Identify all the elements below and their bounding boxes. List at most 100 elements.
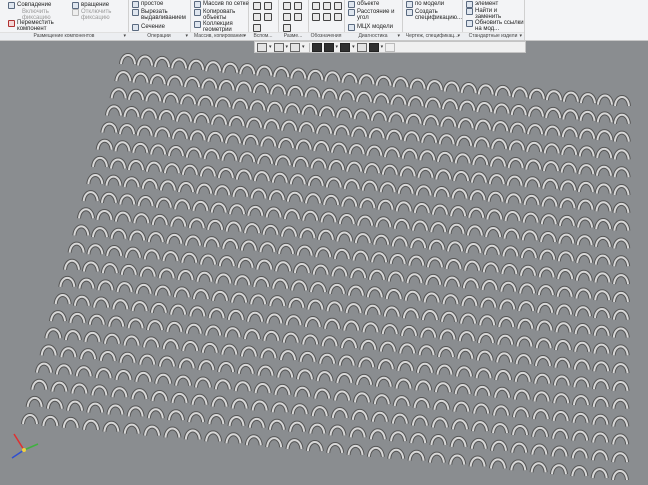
insert-element-icon	[466, 1, 473, 8]
group-expand-icon[interactable]: ▾	[457, 33, 460, 40]
rotate-icon	[72, 2, 79, 9]
enable-fixation-button[interactable]: Включить фиксацию	[22, 9, 62, 21]
angle-dimension-icon[interactable]	[283, 13, 291, 21]
find-replace-button[interactable]: Найти и заменить	[466, 8, 522, 20]
ribbon-group-designations: Обозначения	[308, 0, 345, 40]
grid-array-icon	[194, 1, 201, 8]
object-info-label: объекте	[357, 1, 380, 7]
move-component-label: Переместить компонент	[17, 20, 54, 32]
chevron-down-icon[interactable]: ▾	[286, 44, 289, 50]
distance-angle-label: Расстояние и угол	[357, 9, 395, 21]
section-view-icon[interactable]	[340, 42, 351, 52]
chevron-down-icon[interactable]: ▾	[269, 44, 272, 50]
linear-dimension-icon[interactable]	[283, 2, 291, 10]
diameter-dimension-icon[interactable]	[294, 13, 302, 21]
group-expand-icon[interactable]: ▾	[185, 33, 188, 40]
rotate-component-button[interactable]: вращение	[72, 2, 109, 9]
knitted-mesh-model[interactable]	[0, 40, 648, 481]
update-links-icon	[466, 20, 473, 27]
leader-icon[interactable]	[323, 2, 331, 10]
ribbon-group-footer: Диагностика ▾	[344, 32, 402, 40]
tolerance-icon[interactable]	[312, 13, 320, 21]
rotate-view-icon[interactable]	[290, 42, 301, 52]
base-icon[interactable]	[334, 2, 342, 10]
auxiliary-cs-icon[interactable]	[253, 24, 261, 32]
cut-extrude-button[interactable]: Вырезать выдавливанием	[132, 9, 190, 21]
ribbon-group-footer: Вспом...	[248, 32, 278, 40]
object-info-icon	[348, 1, 355, 8]
disable-fixation-icon	[72, 9, 79, 16]
update-links-button[interactable]: Обновить ссылки на мод...	[466, 20, 524, 32]
roughness-icon[interactable]	[312, 2, 320, 10]
group-expand-icon[interactable]: ▾	[123, 33, 126, 40]
copy-objects-icon	[194, 9, 201, 16]
origin-icon	[22, 448, 26, 452]
geometry-collection-icon	[194, 21, 201, 28]
disable-fixation-label: Отключить фиксацию	[81, 9, 112, 21]
text-icon[interactable]	[323, 13, 331, 21]
create-specification-button[interactable]: Создать спецификацию...	[406, 9, 462, 21]
chevron-down-icon[interactable]: ▾	[336, 44, 339, 50]
hide-objects-icon[interactable]	[356, 42, 367, 52]
toolbar-separator	[308, 42, 310, 52]
move-component-button[interactable]: Переместить компонент	[8, 20, 68, 32]
distance-angle-button[interactable]: Расстояние и угол	[348, 9, 402, 21]
group-expand-icon[interactable]: ▾	[397, 33, 400, 40]
zoom-icon[interactable]	[273, 42, 284, 52]
enable-fixation-label: Включить фиксацию	[22, 9, 51, 21]
extrude-icon	[132, 1, 139, 8]
update-links-label: Обновить ссылки на мод...	[475, 20, 524, 32]
model-viewport[interactable]	[0, 40, 648, 481]
ribbon-group-diagnostics: объекте Расстояние и угол МЦХ модели Диа…	[344, 0, 403, 40]
view-box-icon[interactable]	[311, 42, 322, 52]
mass-properties-button[interactable]: МЦХ модели	[348, 24, 393, 31]
ribbon-group-placement: Совпадение Переместить компонент вращени…	[0, 0, 129, 40]
insert-element-button[interactable]: элемент	[466, 1, 498, 8]
axis-triad	[11, 433, 39, 459]
chevron-down-icon[interactable]: ▾	[302, 44, 305, 50]
section-icon	[132, 24, 139, 31]
create-specification-label: Создать спецификацию...	[415, 9, 463, 21]
cut-extrude-icon	[132, 9, 139, 16]
grid-array-label: Массив по сетке	[203, 1, 249, 7]
auxiliary-plane-icon[interactable]	[264, 2, 272, 10]
extrude-simple-button[interactable]: простое	[132, 1, 163, 8]
drawing-by-model-icon	[406, 1, 413, 8]
pin-icon[interactable]	[385, 42, 396, 52]
auto-dimension-icon[interactable]	[283, 24, 291, 32]
ribbon-group-array: Массив по сетке Копировать объекты Колле…	[190, 0, 249, 40]
ribbon-group-footer: Разме...	[278, 32, 308, 40]
mass-properties-label: МЦХ модели	[357, 24, 393, 30]
rotate-label: вращение	[81, 2, 110, 8]
grid-array-button[interactable]: Массив по сетке	[194, 1, 249, 8]
section-label: Сечение	[141, 24, 165, 30]
ribbon-group-dimensions: Разме...	[278, 0, 309, 40]
ribbon-group-footer: Массив, копирование ▾	[190, 32, 248, 40]
ribbon-group-standard-parts: элемент Найти и заменить Обновить ссылки…	[462, 0, 525, 40]
chevron-down-icon[interactable]: ▾	[352, 44, 355, 50]
auxiliary-axis-icon[interactable]	[253, 2, 261, 10]
group-expand-icon[interactable]: ▾	[519, 33, 522, 40]
radial-dimension-icon[interactable]	[294, 2, 302, 10]
mark-icon[interactable]	[334, 13, 342, 21]
section-button[interactable]: Сечение	[132, 24, 165, 31]
specification-icon	[406, 9, 413, 16]
copy-objects-button[interactable]: Копировать объекты	[194, 9, 246, 21]
object-info-button[interactable]: объекте	[348, 1, 379, 8]
filter-icon[interactable]	[368, 42, 379, 52]
auxiliary-point-icon[interactable]	[253, 13, 261, 21]
group-expand-icon[interactable]: ▾	[243, 33, 246, 40]
mesh-loops	[21, 53, 631, 481]
disable-fixation-button[interactable]: Отключить фиксацию	[72, 9, 116, 21]
coincidence-label: Совпадение	[17, 2, 52, 8]
auxiliary-line-icon[interactable]	[264, 13, 272, 21]
drawing-by-model-label: по модели	[415, 1, 445, 7]
chevron-down-icon[interactable]: ▾	[381, 44, 384, 50]
drawing-by-model-button[interactable]: по модели	[406, 1, 444, 8]
orientation-icon[interactable]	[257, 42, 267, 52]
ribbon-group-footer: Стандартные издели ▾	[462, 32, 524, 40]
extrude-label: простое	[141, 1, 164, 7]
ribbon-group-footer: Чертеж, спецификац... ▾	[402, 32, 462, 40]
coincidence-button[interactable]: Совпадение	[8, 2, 51, 9]
display-style-icon[interactable]	[323, 42, 334, 52]
